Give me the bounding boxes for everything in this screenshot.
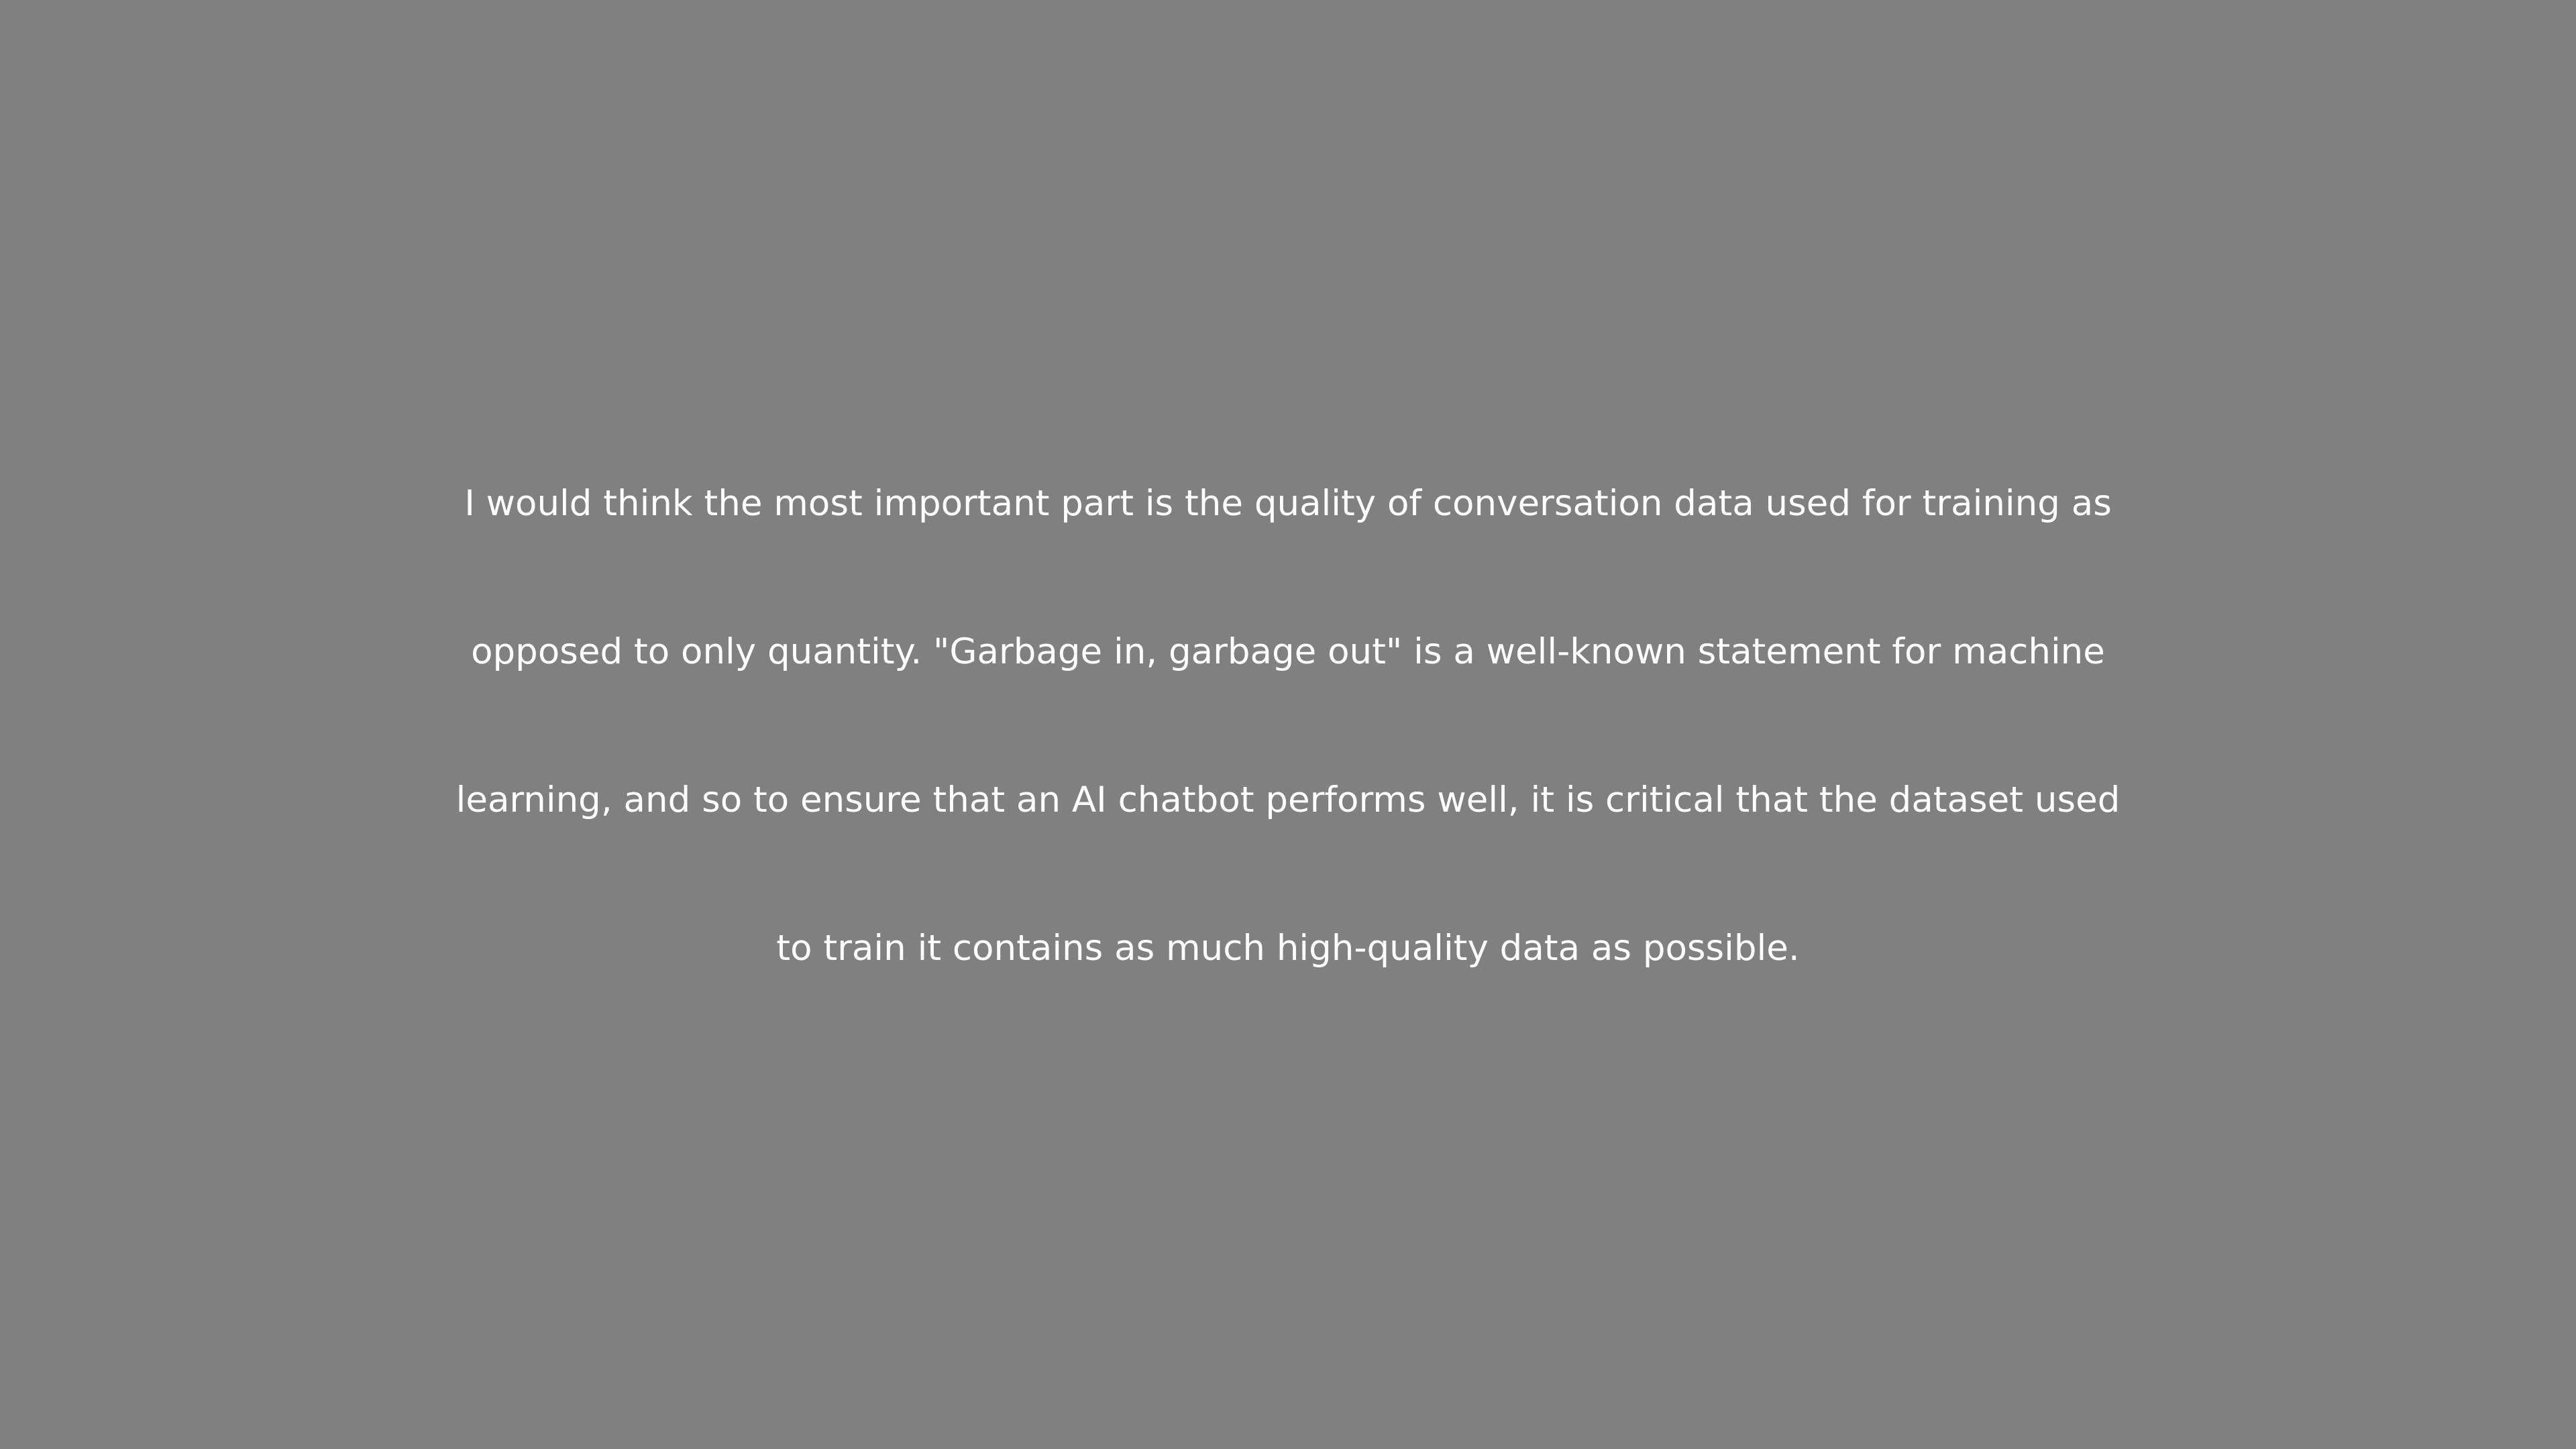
slide-canvas: I would think the most important part is… xyxy=(0,0,2576,1449)
caption-line: I would think the most important part is… xyxy=(464,483,2112,524)
caption-line: to train it contains as much high-qualit… xyxy=(776,928,1800,969)
caption-line: learning, and so to ensure that an AI ch… xyxy=(455,780,2121,820)
caption-line: opposed to only quantity. "Garbage in, g… xyxy=(471,631,2105,672)
caption-text-block: I would think the most important part is… xyxy=(0,429,2576,1022)
